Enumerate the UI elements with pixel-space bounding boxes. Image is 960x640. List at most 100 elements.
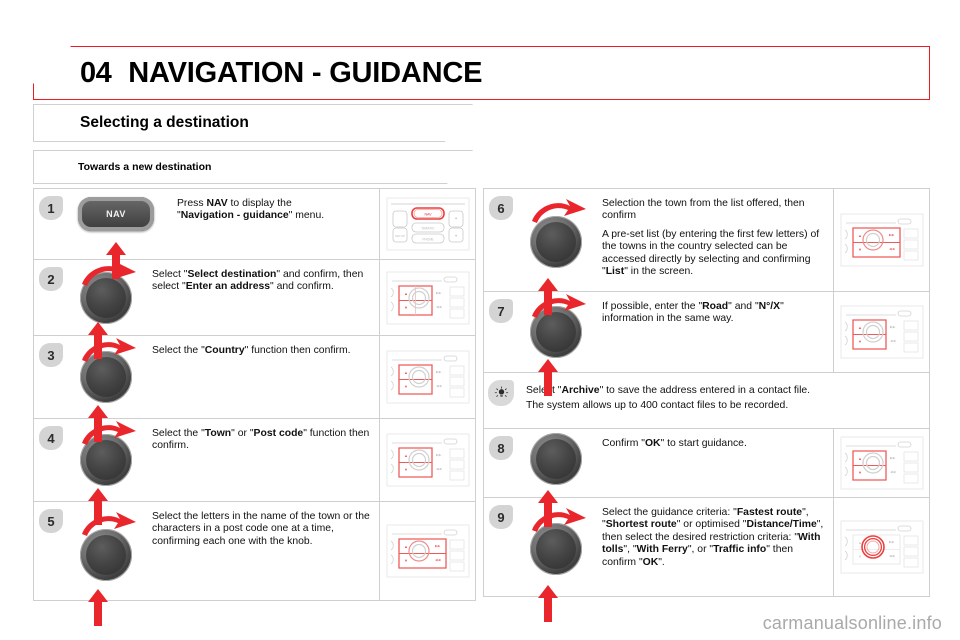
step-artwork	[518, 429, 598, 527]
rotary-knob-illustration	[68, 336, 148, 442]
step-artwork: NAV	[68, 189, 173, 279]
svg-text:▲: ▲	[858, 456, 862, 461]
step-artwork	[518, 292, 598, 396]
table-row: 9 Select the guidance criteria: "Fastest…	[484, 498, 929, 622]
tip-text-line1: Select "Archive" to save the address ent…	[526, 385, 811, 396]
svg-text:▲: ▲	[858, 233, 862, 238]
step-number-badge: 6	[489, 196, 513, 220]
step-text: Select the "Country" function then confi…	[152, 345, 351, 356]
tip-icon-cell	[484, 373, 518, 428]
step-number-badge: 5	[39, 509, 63, 533]
svg-text:▲: ▲	[404, 370, 408, 375]
svg-text:▼: ▼	[454, 234, 457, 238]
step-number-badge: 4	[39, 426, 63, 450]
device-illustration-cell: ▲ ▼ ▶▶ ◀◀	[833, 292, 929, 372]
rotate-arrow-icon	[532, 294, 586, 318]
step-text: Select "Select destination" and confirm,…	[152, 269, 364, 293]
svg-text:▲: ▲	[404, 453, 408, 458]
nav-button-illustration: NAV	[78, 197, 154, 231]
knob-panel-updown-illustration: ▲ ▼ ▶▶ ◀◀	[386, 350, 469, 404]
step-artwork	[68, 502, 148, 626]
svg-text:▼: ▼	[858, 339, 862, 344]
step-number-cell: 4	[34, 419, 68, 501]
table-row: 8 Confirm "OK" to start guidance. ▲ ▼ ▶▶…	[484, 429, 929, 527]
step-artwork	[68, 419, 148, 525]
knob-panel-updown-illustration: ▲ ▼ ▶▶ ◀◀	[840, 436, 923, 490]
chapter-title: NAVIGATION - GUIDANCE	[128, 56, 483, 89]
svg-text:▼: ▼	[404, 384, 408, 389]
section-header-primary: Selecting a destination	[33, 104, 473, 142]
rotate-arrow-icon	[82, 512, 136, 536]
table-row: 3 Select the "Country" function then con…	[34, 336, 475, 442]
device-illustration-cell: ▲ ▼ ▶▶ ◀◀	[833, 429, 929, 497]
rotary-knob-illustration	[518, 429, 598, 527]
device-illustration-cell: ▲ ▼ ▶▶ ◀◀	[833, 498, 929, 596]
svg-text:▼: ▼	[404, 305, 408, 310]
step-number-cell: 2	[34, 260, 68, 335]
step-text: Selection the town from the list offered…	[598, 189, 833, 291]
step-number-cell: 7	[484, 292, 518, 372]
device-illustration-cell: ▲ ▼ ▶▶ ◀◀	[379, 336, 475, 418]
device-illustration-cell: ▲ ▼ ▶▶ ◀◀	[833, 189, 929, 291]
knob-panel-updown-illustration: ▲ ▼ ▶▶ ◀◀	[840, 305, 923, 359]
svg-text:SETUP: SETUP	[394, 234, 404, 238]
svg-text:▲: ▲	[404, 291, 408, 296]
chapter-title-bar: 04 NAVIGATION - GUIDANCE	[33, 46, 930, 100]
table-row: 1 NAV Press NAV to display the "Navigati…	[34, 189, 475, 279]
step-number-cell: 1	[34, 189, 68, 259]
device-illustration-cell: ▲ ▼ ▶▶ ◀◀	[379, 419, 475, 501]
rotary-knob-illustration	[68, 260, 148, 359]
step-artwork	[518, 189, 598, 315]
step-artwork	[68, 336, 148, 442]
step-text: Press NAV to display the "Navigation - g…	[177, 198, 325, 222]
svg-text:▲: ▲	[858, 540, 862, 545]
section-header-primary-label: Selecting a destination	[80, 114, 249, 131]
tip-text-line2: The system allows up to 400 contact file…	[526, 400, 789, 411]
svg-text:PHONE: PHONE	[422, 237, 433, 241]
table-row: 2 Select "Select destination" and confir…	[34, 260, 475, 359]
knob-panel-full-illustration: ▲ ▼ ▶▶ ◀◀	[386, 524, 469, 578]
rotary-knob-illustration	[518, 498, 598, 622]
knob-panel-updown-illustration: ▲ ▼ ▶▶ ◀◀	[386, 271, 469, 324]
step-number-badge: 8	[489, 436, 513, 460]
rotary-knob-illustration	[518, 189, 598, 315]
tip-text: Select "Archive" to save the address ent…	[518, 373, 929, 428]
site-watermark: carmanualsonline.info	[762, 613, 942, 633]
step-number-badge: 7	[489, 299, 513, 323]
svg-text:▼: ▼	[858, 247, 862, 252]
step-number-badge: 1	[39, 196, 63, 220]
step-text: If possible, enter the "Road" and "N°/X"…	[602, 301, 784, 325]
step-text-p1: Selection the town from the list offered…	[602, 198, 805, 222]
step-number-cell: 6	[484, 189, 518, 291]
table-row: 6 Selection the town from the list offer…	[484, 189, 929, 315]
svg-text:▲: ▲	[454, 216, 457, 220]
lightbulb-icon	[488, 380, 514, 406]
svg-text:▲: ▲	[404, 544, 408, 549]
step-text-p2: A pre-set list (by entering the first fe…	[602, 228, 820, 278]
step-number-badge: 3	[39, 343, 63, 367]
step-number-badge: 9	[489, 505, 513, 529]
step-number-cell: 8	[484, 429, 518, 497]
svg-text:▼: ▼	[858, 470, 862, 475]
device-illustration-cell: ▲ ▼ ▶▶ ◀◀	[379, 260, 475, 335]
rotate-arrow-icon	[532, 199, 586, 223]
step-text: Select the letters in the name of the to…	[152, 511, 370, 547]
step-number-badge: 2	[39, 267, 63, 291]
section-header-secondary-label: Towards a new destination	[78, 161, 212, 173]
svg-text:TRAFFIC: TRAFFIC	[421, 226, 435, 230]
table-row: 7 If possible, enter the "Road" and "N°/…	[484, 292, 929, 396]
step-number-cell: 3	[34, 336, 68, 418]
table-row: 5 Select the letters in the name of the …	[34, 502, 475, 626]
rotate-arrow-icon	[532, 508, 586, 532]
section-header-secondary: Towards a new destination	[33, 150, 473, 184]
rotary-knob-illustration	[68, 502, 148, 626]
steps-table-left: 1 NAV Press NAV to display the "Navigati…	[33, 188, 476, 626]
rotate-arrow-icon	[82, 262, 136, 286]
step-text: Select the "Town" or "Post code" functio…	[152, 428, 370, 452]
rotate-arrow-icon	[82, 421, 136, 445]
nav-button-label: NAV	[106, 209, 126, 219]
svg-text:▲: ▲	[858, 325, 862, 330]
chapter-number: 04	[80, 56, 112, 89]
knob-panel-ring-illustration: ▲ ▼ ▶▶ ◀◀	[840, 520, 923, 574]
lightbulb-glyph	[494, 385, 508, 397]
